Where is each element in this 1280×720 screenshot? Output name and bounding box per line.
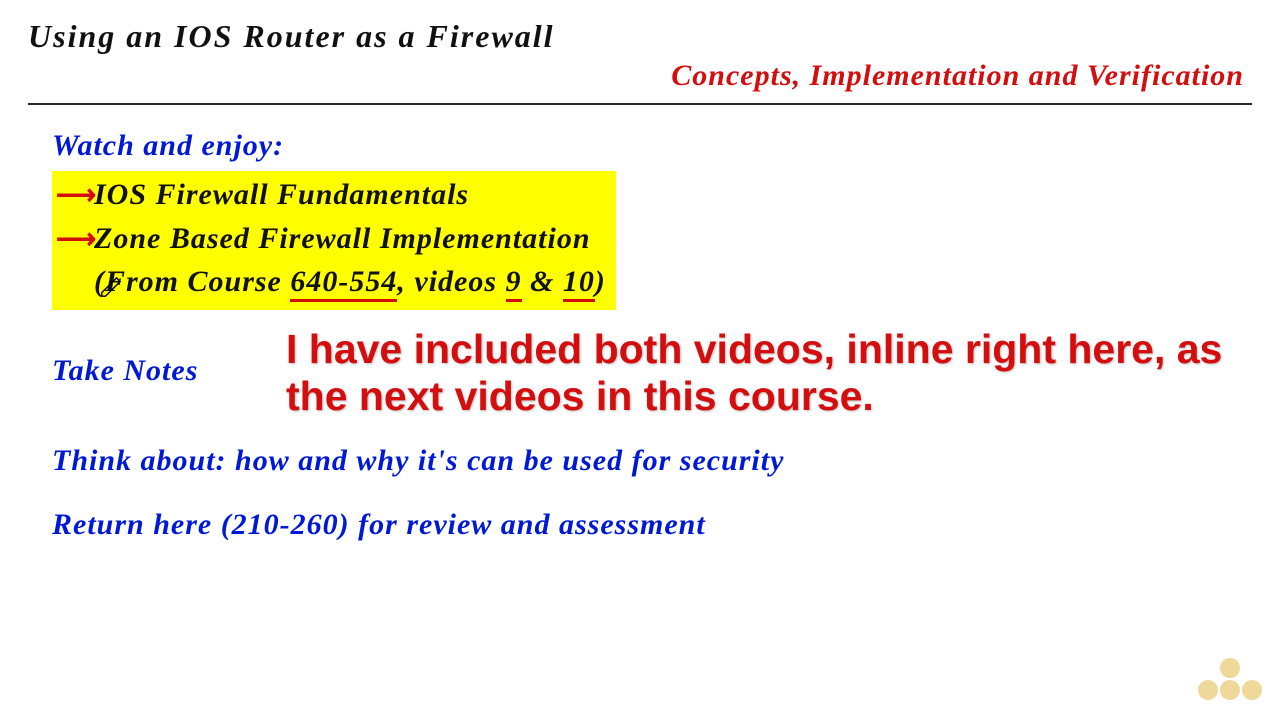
page-subtitle: Concepts, Implementation and Verificatio… (28, 59, 1252, 93)
source-suffix: ) (595, 265, 606, 298)
watch-heading: Watch and enjoy: (52, 129, 1252, 163)
arrow-icon: ⟶ (56, 220, 94, 261)
brand-dots-icon (1202, 658, 1262, 706)
video-b: 10 (563, 265, 595, 302)
watch-item-2: Zone Based Firewall Implementation (94, 222, 591, 255)
highlighted-block: ⟶IOS Firewall Fundamentals ⟶Zone Based F… (52, 171, 616, 310)
page-title: Using an IOS Router as a Firewall (28, 18, 1252, 55)
watch-source: (From Course 640-554, videos 9 & 10) (56, 260, 606, 304)
watch-item-row: ⟶Zone Based Firewall Implementation (56, 217, 606, 261)
instructor-overlay-note: I have included both videos, inline righ… (286, 326, 1246, 420)
pen-cursor-icon (100, 276, 122, 298)
video-a: 9 (506, 265, 522, 302)
watch-item-row: ⟶IOS Firewall Fundamentals (56, 173, 606, 217)
title-divider (28, 103, 1252, 105)
source-prefix: (From Course (94, 265, 290, 298)
source-mid: , videos (397, 265, 505, 298)
think-about: Think about: how and why it's can be use… (52, 444, 1252, 478)
course-code: 640-554 (290, 265, 397, 302)
arrow-icon: ⟶ (56, 176, 94, 217)
slide-page: Using an IOS Router as a Firewall Concep… (0, 0, 1280, 720)
return-here: Return here (210-260) for review and ass… (52, 508, 1252, 542)
source-amp: & (522, 265, 563, 298)
watch-item-1: IOS Firewall Fundamentals (94, 178, 469, 211)
